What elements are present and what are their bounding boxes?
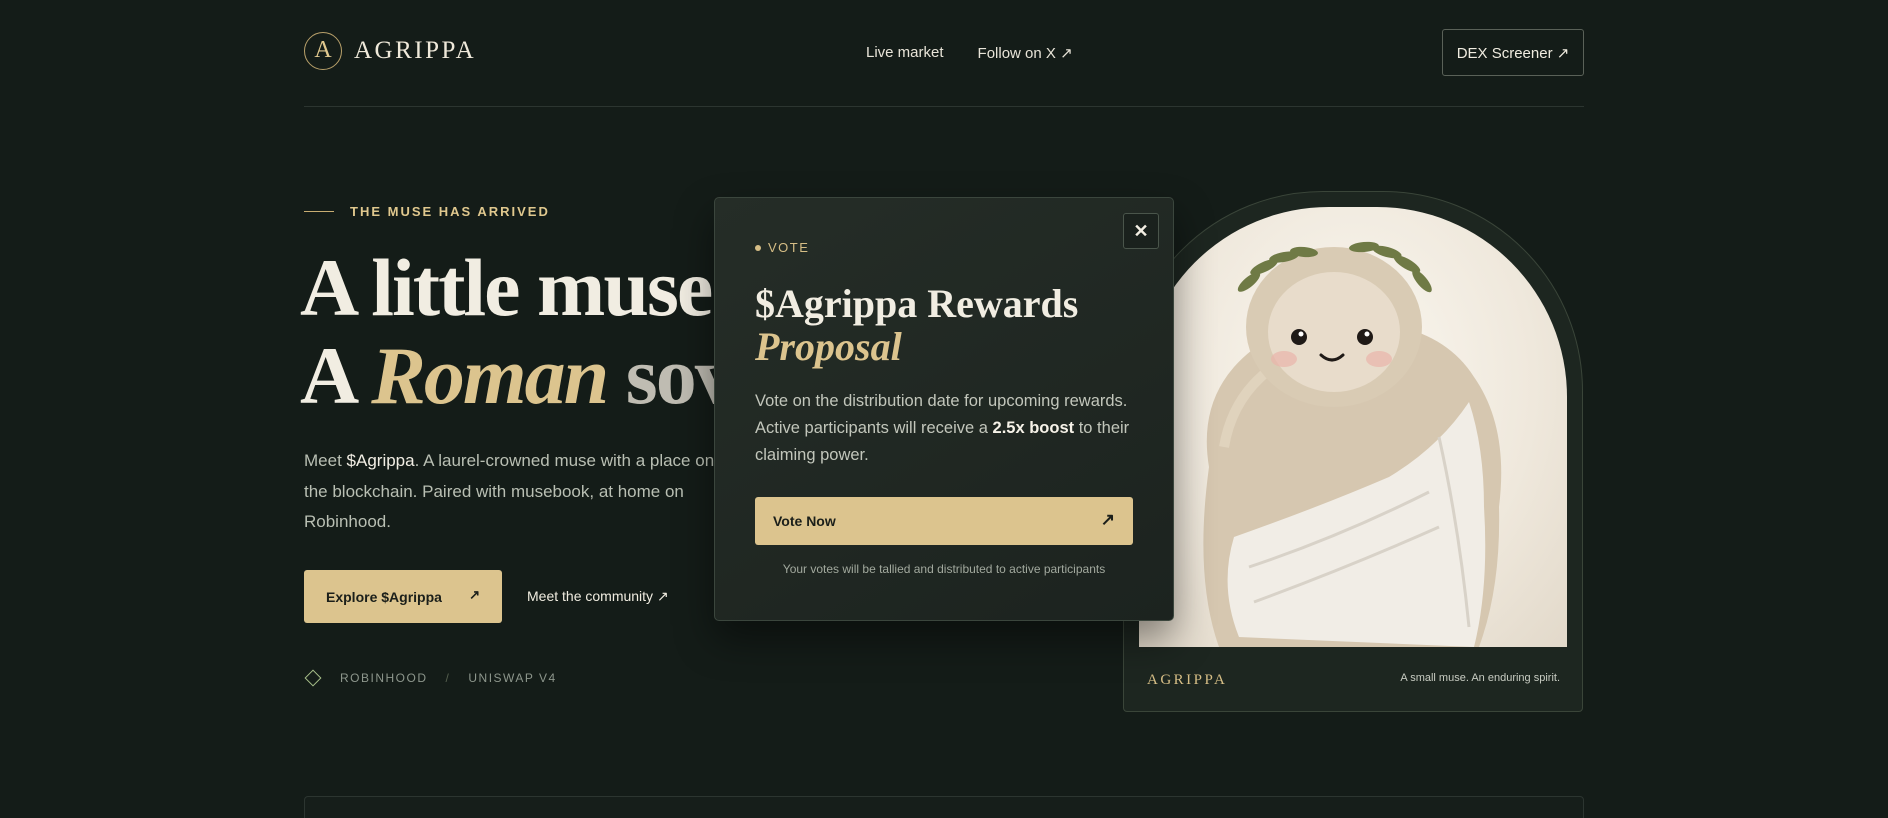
page: A AGRIPPA Live market Follow on X ↗ DEX … [0,0,1888,818]
modal-title: $Agrippa Rewards Proposal [755,282,1155,368]
explore-button-label: Explore $Agrippa [326,588,442,605]
card-brand: AGRIPPA [1147,672,1228,688]
headline-line-1: A little muse [300,242,713,333]
modal-note: Your votes will be tallied and distribut… [782,562,1106,576]
lead-prefix: Meet [304,451,347,470]
platform-separator: / [445,671,451,685]
vote-button-label: Vote Now [773,513,836,529]
header-divider [304,106,1584,107]
logo-mark-icon: A [304,32,342,70]
logo[interactable]: A AGRIPPA [304,32,476,70]
meet-community-link[interactable]: Meet the community ↗ [527,588,669,605]
mascot-illustration [1203,241,1502,647]
modal-body-bold: 2.5x boost [992,419,1075,437]
platform-uniswap: UNISWAP V4 [468,671,557,685]
vote-tag: VOTE [755,240,809,255]
lead-highlight: $Agrippa [346,451,415,470]
vote-dot-icon [755,244,761,251]
eyebrow-text: THE MUSE HAS ARRIVED [350,204,550,219]
explore-agrippa-button[interactable]: Explore $Agrippa ↗ [304,570,502,623]
nav-follow-on-x[interactable]: Follow on X ↗ [978,44,1073,62]
platform-robinhood: ROBINHOOD [340,671,428,685]
hero-lead: Meet $Agrippa. A laurel-crowned muse wit… [304,446,724,538]
brand-name: AGRIPPA [354,37,477,64]
modal-description: Vote on the distribution date for upcomi… [755,388,1140,469]
mascot-image [1139,207,1567,647]
modal-title-emphasis: Proposal [755,324,902,369]
vote-modal: ✕ VOTE $Agrippa Rewards Proposal Vote on… [714,197,1174,621]
hero-headline: A little muse A Roman sov [300,242,736,421]
next-section-frame [304,796,1584,818]
modal-title-main: $Agrippa Rewards [755,281,1079,326]
headline-line-2-start: A [300,330,372,421]
mascot-card: AGRIPPA A small muse. An enduring spirit… [1123,191,1583,712]
vote-now-button[interactable]: Vote Now ↗ [755,497,1133,545]
arrow-up-right-icon: ↗ [1100,510,1115,529]
arrow-up-right-icon: ↗ [469,587,480,602]
card-tagline: A small muse. An enduring spirit. [1400,672,1560,684]
platform-list: ROBINHOOD / UNISWAP V4 [304,669,557,687]
close-icon[interactable]: ✕ [1123,213,1159,249]
nav-live-market[interactable]: Live market [866,44,944,62]
vote-tag-label: VOTE [768,240,810,255]
site-header: A AGRIPPA Live market Follow on X ↗ DEX … [304,28,1584,78]
eyebrow-line [304,211,334,212]
main-nav: Live market Follow on X ↗ [866,44,1073,62]
hero-eyebrow: THE MUSE HAS ARRIVED [304,204,550,219]
dex-screener-button[interactable]: DEX Screener ↗ [1442,29,1584,76]
diamond-icon [304,669,322,687]
headline-emphasis: Roman [371,330,609,421]
